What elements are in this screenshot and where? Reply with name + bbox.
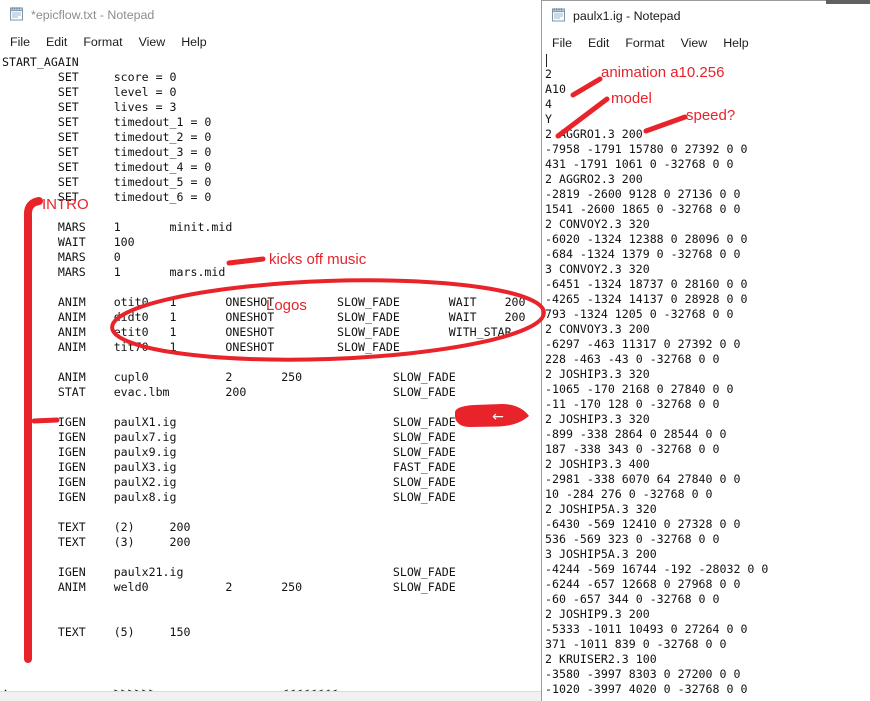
titlebar-paulx1[interactable]: paulx1.ig - Notepad <box>542 1 870 31</box>
left-window-bottom-strip <box>0 691 541 701</box>
menu-file[interactable]: File <box>2 32 38 52</box>
editor-paulx1[interactable]: 2 A10 4 Y 2 AGGRO1.3 200 -7958 -1791 157… <box>545 52 768 697</box>
menu-format[interactable]: Format <box>75 32 130 52</box>
notepad-window-epicflow: *epicflow.txt - Notepad File Edit Format… <box>0 0 541 701</box>
menu-view[interactable]: View <box>673 33 716 53</box>
notepad-window-paulx1: paulx1.ig - Notepad File Edit Format Vie… <box>541 0 870 701</box>
menu-view[interactable]: View <box>131 32 174 52</box>
menu-edit[interactable]: Edit <box>580 33 617 53</box>
menu-file[interactable]: File <box>544 33 580 53</box>
window-title: *epicflow.txt - Notepad <box>31 8 154 22</box>
menu-format[interactable]: Format <box>617 33 672 53</box>
notepad-icon[interactable] <box>9 5 24 26</box>
menu-help[interactable]: Help <box>715 33 756 53</box>
menu-help[interactable]: Help <box>173 32 214 52</box>
menubar-paulx1: File Edit Format View Help <box>542 31 870 54</box>
menu-edit[interactable]: Edit <box>38 32 75 52</box>
notepad-icon[interactable] <box>551 6 566 27</box>
window-title: paulx1.ig - Notepad <box>573 9 680 23</box>
menubar-epicflow: File Edit Format View Help <box>0 30 541 53</box>
titlebar-epicflow[interactable]: *epicflow.txt - Notepad <box>0 0 541 30</box>
background-window-edge <box>826 0 870 4</box>
editor-epicflow[interactable]: START_AGAIN SET score = 0 SET level = 0 … <box>2 55 526 700</box>
